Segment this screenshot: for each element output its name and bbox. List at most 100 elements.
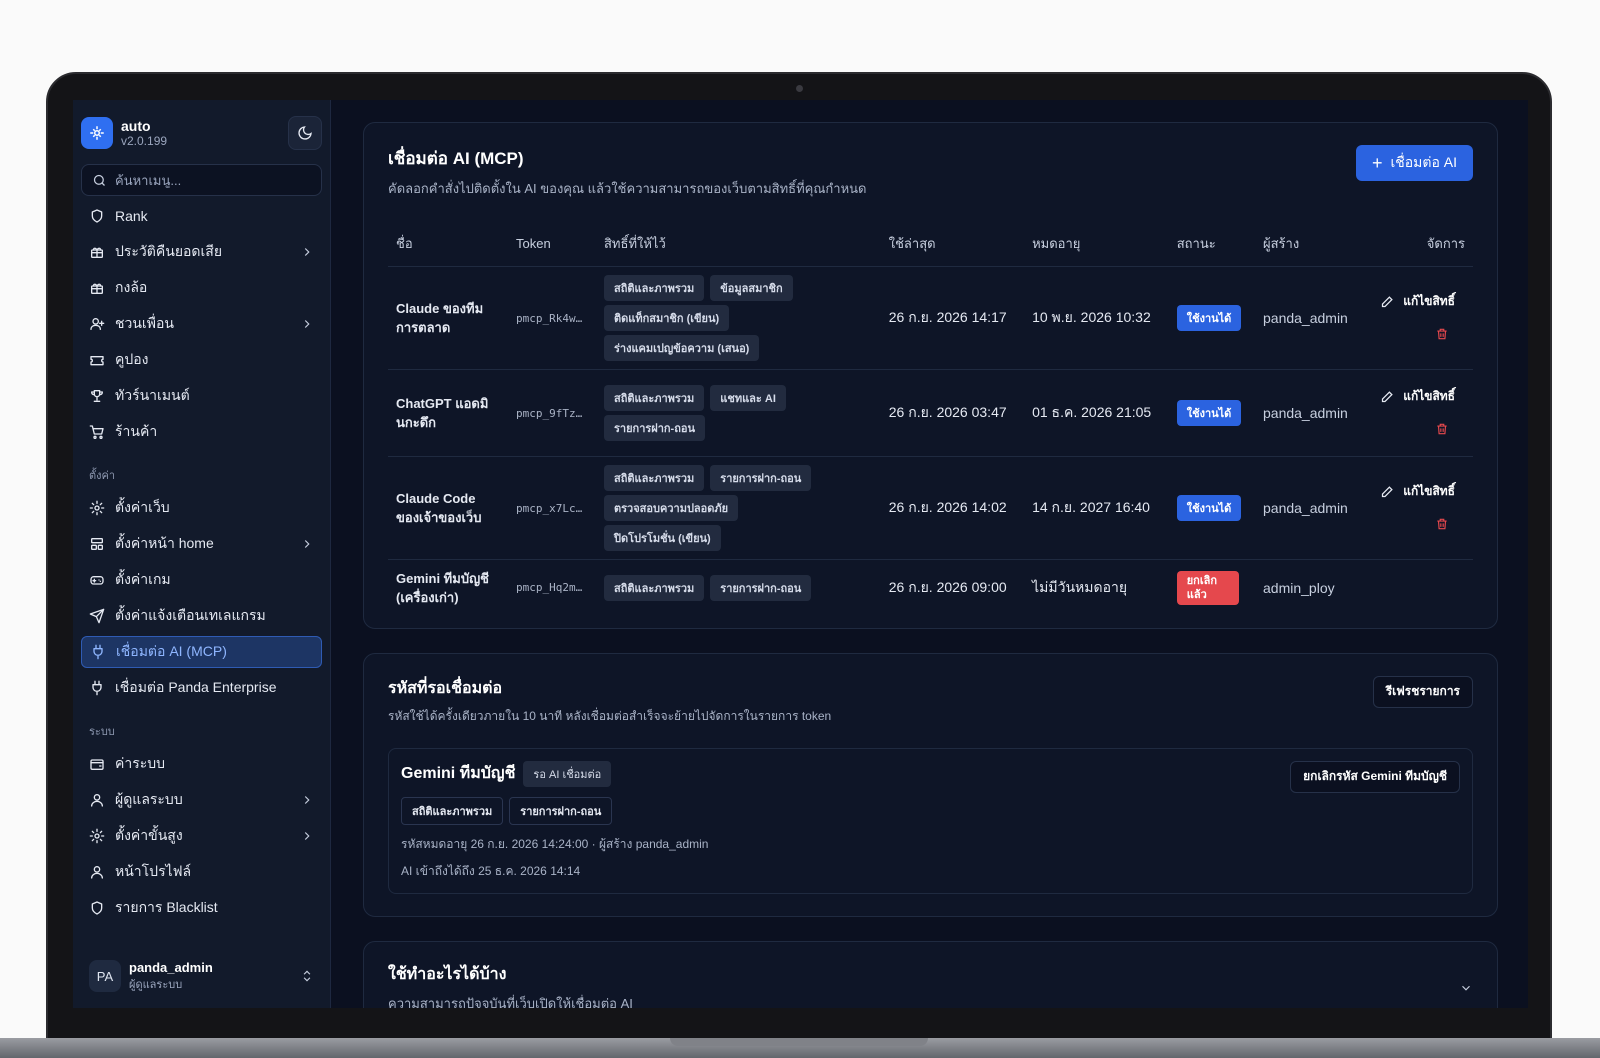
abilities-card[interactable]: ใช้ทำอะไรได้บ้าง ความสามารถปัจจุบันที่เว… (363, 940, 1498, 1008)
status-badge: ยกเลิกแล้ว (1176, 570, 1239, 605)
sidebar-item-label: ชวนเพื่อน (115, 315, 174, 331)
search-input[interactable] (115, 172, 305, 188)
column-header: ใช้ล่าสุด (880, 221, 1025, 267)
plus-icon: + (1371, 153, 1383, 173)
sidebar-item-label: เชื่อมต่อ Panda Enterprise (115, 679, 277, 695)
sidebar-item-main-6[interactable]: ร้านค้า (81, 416, 322, 448)
pending-title: รหัสที่รอเชื่อมต่อ (388, 679, 503, 697)
permission-chip: สถิติและภาพรวม (604, 465, 705, 491)
avatar: PA (89, 960, 121, 992)
abilities-title: ใช้ทำอะไรได้บ้าง (388, 965, 507, 983)
sidebar-item-system-4[interactable]: รายการ Blacklist (81, 892, 322, 924)
edit-permissions-label: แก้ไขสิทธิ์ (1403, 389, 1455, 403)
sidebar-item-label: คูปอง (115, 351, 149, 367)
pending-meta: รหัสหมดอายุ 26 ก.ย. 2026 14:24:00 · ผู้ส… (401, 836, 709, 851)
status-badge: ใช้งานได้ (1176, 400, 1242, 426)
sidebar-item-main-4[interactable]: คูปอง (81, 344, 322, 376)
nav-settings: ตั้งค่าเว็บตั้งค่าหน้า home ตั้งค่าเกมตั้… (81, 492, 322, 708)
sidebar-item-main-5[interactable]: ทัวร์นาเมนต์ (81, 380, 322, 412)
sidebar-item-settings-2[interactable]: ตั้งค่าเกม (81, 564, 322, 596)
chevron-down-icon[interactable] (1459, 981, 1473, 995)
sidebar-item-main-3[interactable]: ชวนเพื่อน (81, 308, 322, 340)
expires: 14 ก.ย. 2027 16:40 (1024, 456, 1169, 560)
sidebar-item-system-3[interactable]: หน้าโปรไฟล์ (81, 856, 322, 888)
delete-button[interactable] (1435, 422, 1449, 439)
pencil-icon (1382, 296, 1393, 308)
gift-icon (89, 244, 105, 260)
permission-chip: รายการฝาก-ถอน (604, 415, 706, 441)
expires: ไม่มีวันหมดอายุ (1032, 578, 1128, 595)
user-menu[interactable]: PA panda_admin ผู้ดูแลระบบ (81, 954, 322, 998)
refresh-button[interactable]: รีเฟรชรายการ (1372, 675, 1473, 708)
sidebar-item-main-1[interactable]: ประวัติคืนยอดเสีย (81, 236, 322, 268)
last-used: 26 ก.ย. 2026 03:47 (880, 369, 1025, 457)
sidebar-item-system-0[interactable]: ค่าระบบ (81, 748, 322, 780)
delete-button[interactable] (1435, 327, 1449, 344)
edit-permissions-label: แก้ไขสิทธิ์ (1403, 484, 1455, 498)
app-version: v2.0.199 (121, 134, 168, 148)
permission-chip: รายการฝาก-ถอน (509, 796, 613, 825)
sidebar-item-settings-4[interactable]: เชื่อมต่อ AI (MCP) (81, 636, 322, 668)
table-row: Claude ของทีมการตลาด pmcp_Rk4w… สถิติและภา… (388, 266, 1473, 370)
sidebar-item-label: เชื่อมต่อ AI (MCP) (116, 643, 227, 659)
permission-chip: สถิติและภาพรวม (604, 275, 705, 301)
table-body: Claude ของทีมการตลาด pmcp_Rk4w… สถิติและภา… (388, 266, 1473, 616)
sidebar-item-label: ประวัติคืนยอดเสีย (115, 243, 223, 259)
chevron-right-icon (304, 540, 310, 548)
trash-icon (1437, 328, 1447, 340)
column-header: สิทธิ์ที่ให้ไว้ (596, 221, 881, 267)
sidebar-item-label: กงล้อ (115, 279, 148, 295)
token-value: pmcp_Rk4w… (508, 266, 596, 370)
permission-chip: ตรวจสอบความปลอดภัย (604, 495, 739, 521)
user-icon (89, 792, 105, 808)
edit-permissions-button[interactable]: แก้ไขสิทธิ์ (1380, 292, 1455, 311)
column-header: ผู้สร้าง (1255, 221, 1363, 267)
table-row: Claude Code ของเจ้าของเว็บ pmcp_x7Lc… สถิต… (388, 456, 1473, 560)
sidebar-item-label: ตั้งค่าเกม (115, 571, 171, 587)
table-header: ชื่อ Token สิทธิ์ที่ให้ไว้ ใช้ล่าสุด หมดอายุ… (388, 221, 1473, 267)
plug-icon (89, 680, 105, 696)
send-icon (89, 608, 105, 624)
permission-chip: สถิติและภาพรวม (401, 796, 504, 825)
pending-badge: รอ AI เชื่อมต่อ (523, 760, 612, 787)
table-row: Gemini ทีมบัญชี (เครื่องเก่า) pmcp_Hq2m… ส… (388, 560, 1473, 616)
sidebar-item-main-2[interactable]: กงล้อ (81, 272, 322, 304)
pending-access: AI เข้าถึงได้ถึง 25 ธ.ค. 2026 14:14 (401, 863, 581, 878)
chevrons-up-down-icon (303, 970, 311, 982)
sidebar-item-label: ตั้งค่าหน้า home (115, 535, 214, 551)
token-value: pmcp_9fTz… (508, 369, 596, 457)
edit-permissions-button[interactable]: แก้ไขสิทธิ์ (1380, 482, 1455, 501)
menu-search[interactable] (81, 164, 322, 196)
actions-cell: แก้ไขสิทธิ์ (1363, 369, 1473, 457)
sidebar-item-settings-1[interactable]: ตั้งค่าหน้า home (81, 528, 322, 560)
connect-ai-button[interactable]: + เชื่อมต่อ AI (1355, 145, 1473, 181)
sidebar-item-settings-0[interactable]: ตั้งค่าเว็บ (81, 492, 322, 524)
wallet-icon (89, 756, 105, 772)
theme-toggle-button[interactable] (288, 116, 322, 150)
mcp-card: เชื่อมต่อ AI (MCP) คัดลอกคำสั่งไปติดตั้ง… (363, 122, 1498, 629)
token-value: pmcp_Hq2m… (516, 581, 583, 595)
status-badge: ใช้งานได้ (1176, 305, 1242, 331)
nav-main: Rank ประวัติคืนยอดเสียกงล้อชวนเพื่อนคูปอง… (81, 200, 322, 452)
cancel-code-button[interactable]: ยกเลิกรหัส Gemini ทีมบัญชี (1290, 760, 1460, 793)
permission-chip: ร่างแคมเปญข้อความ (เสนอ) (604, 335, 760, 361)
sidebar-item-system-1[interactable]: ผู้ดูแลระบบ (81, 784, 322, 816)
actions-cell (1363, 560, 1473, 616)
creator: admin_ploy (1263, 579, 1335, 596)
sidebar-item-main-0[interactable]: Rank (81, 200, 322, 232)
delete-button[interactable] (1435, 517, 1449, 534)
sidebar-item-system-2[interactable]: ตั้งค่าขั้นสูง (81, 820, 322, 852)
gear-icon (89, 828, 105, 844)
trash-icon (1437, 423, 1447, 435)
brand: auto v2.0.199 (81, 114, 322, 152)
sidebar-item-settings-5[interactable]: เชื่อมต่อ Panda Enterprise (81, 672, 322, 704)
connect-ai-label: เชื่อมต่อ AI (1390, 154, 1457, 170)
gear-icon (89, 500, 105, 516)
column-header: สถานะ (1168, 221, 1255, 267)
actions-cell: แก้ไขสิทธิ์ (1363, 266, 1473, 370)
table-row: ChatGPT แอดมินกะดึก pmcp_9fTz… สถิติและภาพ… (388, 369, 1473, 457)
edit-permissions-label: แก้ไขสิทธิ์ (1403, 294, 1455, 308)
sidebar-item-settings-3[interactable]: ตั้งค่าแจ้งเตือนเทเลแกรม (81, 600, 322, 632)
user-name: panda_admin (129, 959, 213, 975)
edit-permissions-button[interactable]: แก้ไขสิทธิ์ (1380, 387, 1455, 406)
